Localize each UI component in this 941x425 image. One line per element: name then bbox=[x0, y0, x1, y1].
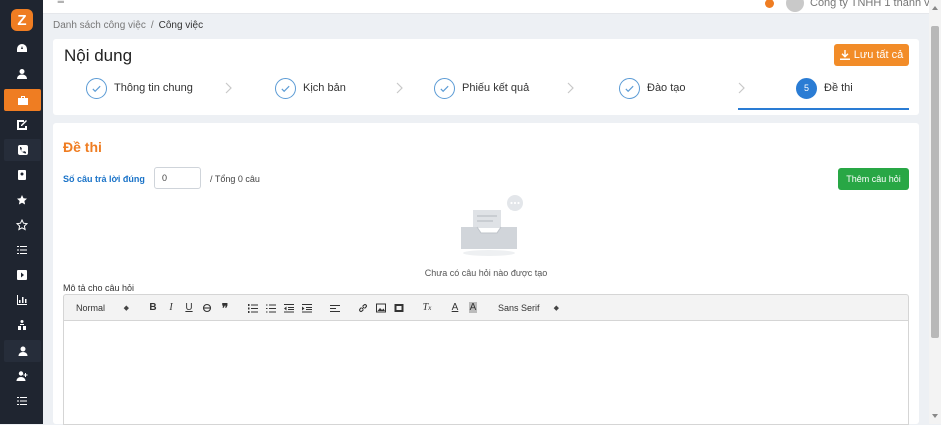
breadcrumb-parent[interactable]: Danh sách công việc bbox=[53, 20, 146, 31]
step-script[interactable]: Kịch bản bbox=[275, 76, 346, 100]
save-all-label: Lưu tất cả bbox=[853, 49, 904, 61]
empty-state-text: Chưa có câu hỏi nào được tạo bbox=[424, 268, 548, 278]
image-icon[interactable] bbox=[372, 299, 390, 317]
scrollbar[interactable] bbox=[929, 0, 941, 424]
play-icon[interactable] bbox=[0, 264, 43, 286]
align-icon[interactable] bbox=[326, 299, 344, 317]
add-question-button[interactable]: Thêm câu hỏi bbox=[838, 168, 909, 190]
question-description-editor[interactable] bbox=[63, 321, 909, 425]
strikethrough-icon[interactable] bbox=[198, 299, 216, 317]
save-all-button[interactable]: Lưu tất cả bbox=[834, 44, 909, 66]
add-user-icon[interactable] bbox=[0, 365, 43, 387]
user-icon[interactable] bbox=[0, 63, 43, 85]
breadcrumb: Danh sách công việc / Công việc bbox=[53, 20, 203, 31]
underline-icon[interactable]: U bbox=[180, 299, 198, 317]
indent-decrease-icon[interactable] bbox=[280, 299, 298, 317]
chevron-right-icon bbox=[396, 81, 405, 94]
step-label: Kịch bản bbox=[303, 82, 346, 94]
bold-icon[interactable]: B bbox=[144, 299, 162, 317]
check-icon bbox=[275, 77, 296, 99]
clear-format-icon[interactable]: Tx bbox=[418, 299, 436, 317]
chevron-right-icon bbox=[567, 81, 576, 94]
star-badge-icon[interactable] bbox=[0, 189, 43, 211]
edit-icon[interactable] bbox=[0, 114, 43, 136]
total-questions-label: / Tổng 0 câu bbox=[210, 174, 260, 184]
page-title: Nội dung bbox=[64, 46, 133, 65]
scroll-down-icon[interactable] bbox=[932, 414, 938, 418]
download-icon bbox=[839, 50, 850, 60]
text-color-icon[interactable]: A bbox=[446, 299, 464, 317]
contact-card-icon[interactable] bbox=[0, 164, 43, 186]
blockquote-icon[interactable]: ❞ bbox=[216, 299, 234, 317]
sidebar: Z bbox=[0, 0, 43, 424]
video-icon[interactable] bbox=[390, 299, 408, 317]
empty-inbox-icon bbox=[461, 195, 523, 256]
hamburger-icon[interactable]: ≡ bbox=[57, 0, 65, 7]
breadcrumb-current: Công việc bbox=[158, 20, 204, 31]
list-icon[interactable] bbox=[0, 239, 43, 261]
link-icon[interactable] bbox=[354, 299, 372, 317]
step-label: Thông tin chung bbox=[114, 82, 193, 94]
correct-answers-input[interactable] bbox=[154, 167, 201, 189]
step-general-info[interactable]: Thông tin chung bbox=[86, 76, 193, 100]
chevron-right-icon bbox=[225, 81, 234, 94]
notification-icon[interactable] bbox=[765, 0, 774, 8]
step-label: Đề thi bbox=[824, 82, 853, 94]
phone-icon[interactable] bbox=[4, 139, 41, 161]
dashboard-icon[interactable] bbox=[0, 38, 43, 60]
topbar: ≡ Công ty TNHH 1 thành viên bbox=[43, 0, 929, 14]
chevron-right-icon bbox=[738, 81, 747, 94]
check-icon bbox=[619, 77, 640, 99]
step-number: 5 bbox=[796, 77, 817, 99]
step-label: Phiếu kết quả bbox=[462, 82, 530, 94]
app-logo[interactable]: Z bbox=[11, 9, 33, 31]
chart-icon[interactable] bbox=[0, 289, 43, 311]
ordered-list-icon[interactable] bbox=[244, 299, 262, 317]
font-select[interactable]: Sans Serif ◆ bbox=[492, 303, 564, 313]
bullet-list-icon[interactable] bbox=[262, 299, 280, 317]
org-icon[interactable] bbox=[0, 314, 43, 336]
company-name: Công ty TNHH 1 thành viên bbox=[810, 0, 929, 9]
heading-select[interactable]: Normal ◆ bbox=[64, 303, 134, 313]
check-icon bbox=[86, 77, 107, 99]
list-icon-2[interactable] bbox=[0, 390, 43, 412]
step-result-form[interactable]: Phiếu kết quả bbox=[434, 76, 529, 100]
star-icon[interactable] bbox=[0, 214, 43, 236]
italic-icon[interactable]: I bbox=[162, 299, 180, 317]
font-select-value: Sans Serif bbox=[498, 302, 540, 313]
exam-card: Đề thi Số câu trả lời đúng / Tổng 0 câu … bbox=[53, 123, 919, 425]
step-training[interactable]: Đào tạo bbox=[619, 76, 686, 100]
breadcrumb-separator: / bbox=[150, 20, 154, 31]
select-caret-icon: ◆ bbox=[553, 304, 559, 312]
step-label: Đào tạo bbox=[647, 82, 686, 94]
active-step-indicator bbox=[738, 108, 909, 110]
support-icon[interactable] bbox=[4, 340, 41, 362]
correct-answers-label: Số câu trả lời đúng bbox=[63, 174, 145, 184]
question-description-label: Mô tả cho câu hỏi bbox=[63, 283, 135, 293]
indent-increase-icon[interactable] bbox=[298, 299, 316, 317]
avatar[interactable] bbox=[786, 0, 804, 12]
scroll-up-icon[interactable] bbox=[932, 6, 938, 10]
scrollbar-thumb[interactable] bbox=[931, 26, 939, 338]
heading-select-value: Normal bbox=[76, 302, 106, 313]
check-icon bbox=[434, 77, 455, 99]
background-color-icon[interactable]: A bbox=[464, 299, 482, 317]
section-title: Đề thi bbox=[63, 139, 102, 155]
briefcase-icon[interactable] bbox=[4, 89, 41, 111]
editor-toolbar: Normal ◆ B I U ❞ Tx A A Sans Serif ◆ bbox=[63, 294, 909, 321]
user-menu[interactable]: Công ty TNHH 1 thành viên bbox=[765, 0, 929, 12]
step-exam[interactable]: 5 Đề thi bbox=[796, 76, 853, 100]
content-header-card: Nội dung Lưu tất cả Thông tin chung Kịch… bbox=[53, 39, 919, 115]
select-caret-icon: ◆ bbox=[123, 304, 129, 312]
